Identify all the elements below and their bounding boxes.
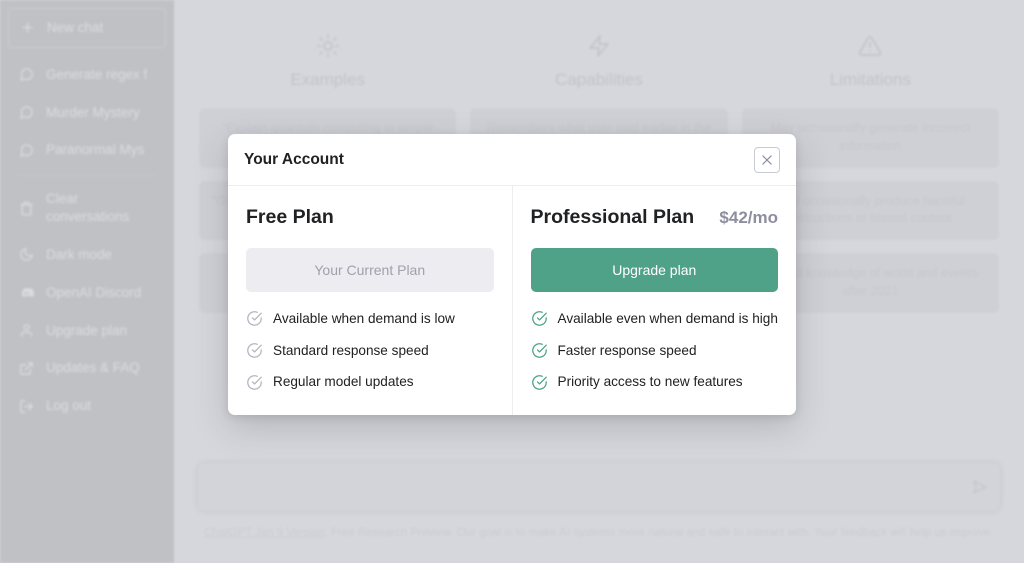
current-plan-button: Your Current Plan [246,248,494,292]
plan-feature: Faster response speed [531,342,779,360]
plan-feature-label: Standard response speed [273,342,429,358]
plan-card-professional: Professional Plan $42/mo Upgrade plan Av… [513,186,797,415]
check-circle-icon [531,343,547,358]
plan-name: Professional Plan [530,206,695,228]
plan-header: Free Plan [246,206,494,232]
check-circle-icon [531,311,547,327]
plan-feature-label: Regular model updates [273,374,414,390]
plan-feature: Available when demand is low [246,310,494,328]
plan-header: Professional Plan $42/mo [531,206,779,232]
plan-feature-label: Faster response speed [557,342,697,358]
close-icon[interactable] [754,146,780,173]
plan-feature: Priority access to new features [531,373,779,391]
app-root: New chat Generate regex f Murder Mystery… [0,0,1024,563]
plan-feature: Available even when demand is high [531,310,779,328]
modal-title: Your Account [244,150,344,168]
plan-feature-label: Available even when demand is high [557,311,778,326]
check-circle-icon [531,374,547,390]
plan-feature: Standard response speed [246,342,494,360]
check-circle-icon [247,343,262,358]
plan-price: $42/mo [719,208,778,227]
check-circle-icon [247,311,262,327]
modal-header: Your Account [228,134,796,186]
plan-feature-label: Available when demand is low [273,311,455,326]
plan-feature-label: Priority access to new features [557,374,743,390]
plan-card-free: Free Plan Your Current Plan Available wh… [228,186,513,416]
plan-name: Free Plan [246,206,334,228]
check-circle-icon [247,374,262,390]
account-modal: Your Account Free Plan Your Current Plan [228,134,797,416]
plan-feature: Regular model updates [246,373,494,391]
upgrade-plan-button[interactable]: Upgrade plan [530,248,778,292]
modal-body: Free Plan Your Current Plan Available wh… [228,186,797,416]
